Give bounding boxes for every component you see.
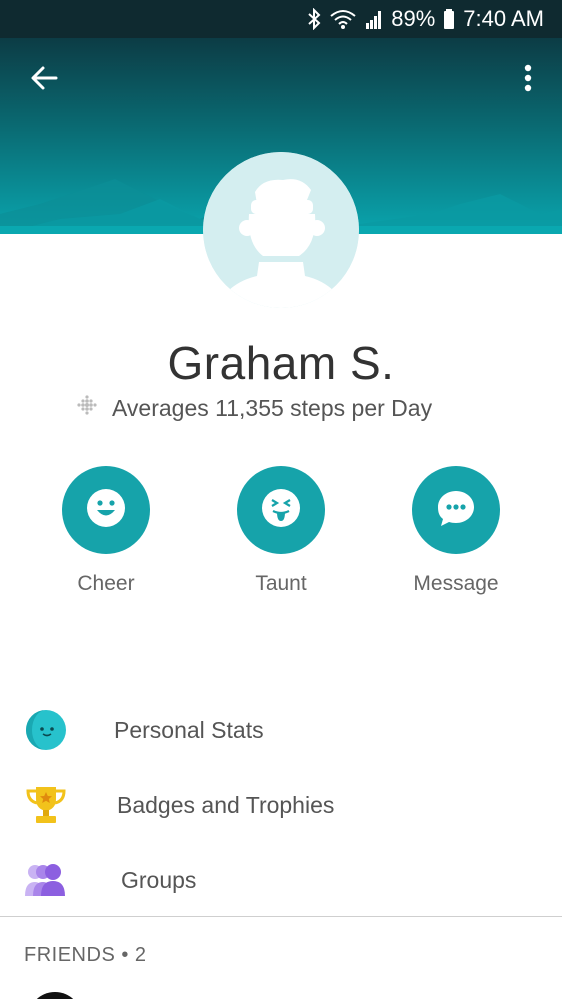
trophy-icon <box>22 781 70 829</box>
default-avatar-icon <box>203 152 359 308</box>
cheer-label: Cheer <box>77 572 135 595</box>
wifi-icon <box>329 8 357 30</box>
personal-stats-label: Personal Stats <box>114 716 264 743</box>
status-bar: 89% 7:40 AM <box>0 0 562 38</box>
cheer-button[interactable]: Cheer <box>36 466 176 596</box>
personal-stats-icon <box>22 706 70 754</box>
friends-section-header: FRIENDS • 2 <box>24 944 147 966</box>
more-options-button[interactable] <box>514 62 542 98</box>
more-vertical-icon <box>524 64 532 97</box>
taunt-button[interactable]: Taunt <box>211 466 351 596</box>
friend-avatar[interactable] <box>28 992 82 999</box>
menu-item-groups[interactable]: Groups <box>0 850 562 910</box>
menu-item-badges[interactable]: Badges and Trophies <box>0 775 562 835</box>
steps-average: Averages 11,355 steps per Day <box>76 393 432 423</box>
status-time: 7:40 AM <box>463 6 544 31</box>
profile-name: Graham S. <box>167 337 395 389</box>
battery-icon <box>443 8 455 30</box>
cheer-circle[interactable] <box>62 466 150 554</box>
taunt-label: Taunt <box>255 572 307 595</box>
battery-percent: 89% <box>391 6 436 31</box>
steps-text: Averages 11,355 steps per Day <box>112 394 433 421</box>
section-divider <box>0 916 562 917</box>
message-circle[interactable] <box>412 466 500 554</box>
chat-bubble-icon <box>436 488 476 533</box>
tongue-face-icon <box>261 488 301 533</box>
profile-avatar <box>203 152 359 308</box>
groups-icon <box>22 856 70 904</box>
signal-icon <box>365 8 383 30</box>
groups-label: Groups <box>121 866 197 893</box>
smile-icon <box>86 488 126 533</box>
message-button[interactable]: Message <box>386 466 526 596</box>
badges-label: Badges and Trophies <box>117 791 335 818</box>
back-button[interactable] <box>26 62 62 98</box>
fitbit-dots-icon <box>76 394 98 422</box>
bluetooth-icon <box>307 8 321 30</box>
arrow-left-icon <box>30 64 58 97</box>
menu-item-personal-stats[interactable]: Personal Stats <box>0 700 562 760</box>
message-label: Message <box>413 572 499 595</box>
taunt-circle[interactable] <box>237 466 325 554</box>
